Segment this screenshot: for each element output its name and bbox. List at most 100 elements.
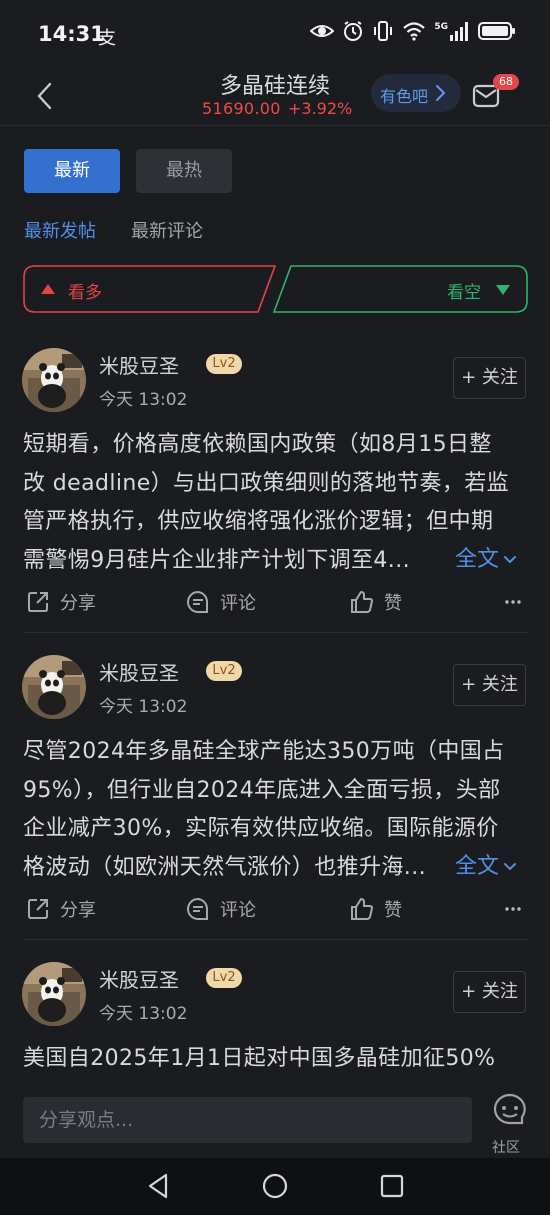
share-icon [28, 592, 48, 612]
post-content[interactable]: 短期看，价格高度依赖国内政策（如8月15日整 改 deadline）与出口政策细… [23, 426, 529, 580]
post-time: 今天 13:02 [99, 390, 188, 410]
triangle-up-icon [41, 284, 55, 294]
like-label: 赞 [384, 593, 402, 614]
follow-button[interactable]: + 关注 [453, 664, 526, 706]
bull-label: 看多 [68, 283, 102, 303]
nav-recents-icon[interactable] [380, 1172, 404, 1200]
share-button[interactable]: 分享 [26, 889, 96, 929]
post-content[interactable]: 美国自2025年1月1日起对中国多晶硅加征50% [23, 1040, 529, 1079]
nav-back-icon[interactable] [146, 1172, 170, 1200]
post-content[interactable]: 尽管2024年多晶硅全球产能达350万吨（中国占 95%），但行业自2024年底… [23, 733, 529, 887]
post-line: 格波动（如欧洲天然气涨价）也推升海... [23, 854, 426, 880]
post-card: 米股豆圣 Lv2 今天 13:02 + 关注 尽管2024年多晶硅全球产能达35… [0, 655, 550, 940]
page-title: 多晶硅连续 [219, 74, 330, 99]
status-time: 14:31 [38, 22, 105, 46]
alarm-icon [344, 21, 363, 41]
post-line: 95%），但行业自2024年底进入全面亏损，头部 [23, 777, 501, 803]
like-label: 赞 [384, 900, 402, 921]
post-divider [23, 632, 528, 633]
thumbs-up-icon [351, 898, 373, 920]
like-button[interactable]: 赞 [350, 889, 402, 929]
post-card: 米股豆圣 Lv2 今天 13:02 + 关注 短期看，价格高度依赖国内政策（如8… [0, 348, 550, 633]
follow-button[interactable]: + 关注 [453, 971, 526, 1013]
community-label: 社区 [492, 1140, 520, 1156]
follow-button[interactable]: + 关注 [453, 357, 526, 399]
eye-icon [310, 25, 335, 37]
username[interactable]: 米股豆圣 [99, 964, 179, 993]
share-icon [28, 899, 48, 919]
more-icon[interactable] [505, 599, 521, 605]
battery-icon [478, 22, 515, 40]
chevron-down-icon [504, 863, 516, 871]
price-change: +3.92% [288, 99, 353, 118]
header-divider [0, 125, 550, 126]
community-chat-icon [493, 1093, 526, 1125]
share-label: 分享 [60, 900, 96, 921]
full-text-link[interactable]: 全文 [455, 848, 517, 880]
share-label: 分享 [60, 593, 96, 614]
thumbs-up-icon [351, 591, 373, 613]
system-nav-bar [0, 1158, 550, 1215]
forum-bar-label: 有色吧 [380, 87, 429, 106]
post-line: 企业减产30%，实际有效供应收缩。国际能源价 [23, 816, 499, 841]
post-time: 今天 13:02 [99, 697, 188, 717]
nav-home-icon[interactable] [262, 1172, 288, 1200]
bear-button[interactable]: 看空 [278, 265, 528, 313]
post-line: 需警惕9月硅片企业排产计划下调至4... [23, 547, 410, 573]
share-button[interactable]: 分享 [26, 582, 96, 622]
post-line: 美国自2025年1月1日起对中国多晶硅加征50% [23, 1046, 496, 1071]
post-line: 尽管2024年多晶硅全球产能达350万吨（中国占 [23, 739, 505, 764]
full-text-label: 全文 [454, 547, 499, 572]
subtab-latest-posts[interactable]: 最新发帖 [24, 217, 96, 243]
comment-button[interactable]: 评论 [186, 889, 256, 929]
username[interactable]: 米股豆圣 [99, 657, 179, 686]
more-icon[interactable] [505, 906, 521, 912]
share-opinion-input[interactable] [23, 1097, 472, 1143]
post-line: 改 deadline）与出口政策细则的落地节奏，若监 [23, 470, 510, 496]
post-line: 管严格执行，供应收缩将强化涨价逻辑；但中期 [23, 509, 494, 534]
comment-label: 评论 [220, 900, 256, 921]
like-button[interactable]: 赞 [350, 582, 402, 622]
sentiment-bar: 看多 看空 [23, 265, 528, 313]
post-actions: 分享 评论 赞 [0, 889, 550, 929]
unread-badge: 68 [493, 74, 519, 90]
community-button[interactable]: 社区 [490, 1091, 534, 1156]
comment-button[interactable]: 评论 [186, 582, 256, 622]
post-time: 今天 13:02 [99, 1004, 188, 1024]
tab-latest[interactable]: 最新 [24, 149, 120, 193]
post-line: 短期看，价格高度依赖国内政策（如8月15日整 [23, 432, 492, 457]
status-alipay-mark: 支 [98, 28, 116, 49]
status-icons: 5G [310, 20, 516, 42]
stock-forum-screen: 14:31 支 5G 多晶硅连续 51690.00 +3.92% 有色吧 68 … [0, 0, 550, 1215]
level-badge: Lv2 [206, 661, 242, 681]
full-text-label: 全文 [454, 854, 499, 879]
full-text-link[interactable]: 全文 [455, 541, 517, 573]
chevron-right-icon [436, 85, 446, 101]
signal-icon: 5G [434, 21, 470, 41]
post-actions: 分享 评论 赞 [0, 582, 550, 622]
level-badge: Lv2 [206, 968, 242, 988]
avatar[interactable] [22, 655, 86, 719]
chevron-down-icon [504, 556, 516, 564]
username[interactable]: 米股豆圣 [99, 350, 179, 379]
wifi-icon [403, 22, 426, 41]
bull-button[interactable]: 看多 [23, 265, 271, 313]
bottom-input-bar: 社区 [0, 1083, 550, 1158]
vibrate-icon [374, 21, 393, 41]
tab-hottest[interactable]: 最热 [136, 149, 232, 193]
subtab-latest-comments[interactable]: 最新评论 [131, 217, 203, 243]
avatar[interactable] [22, 962, 86, 1026]
status-bar: 14:31 支 5G [0, 0, 550, 66]
triangle-down-icon [496, 285, 510, 295]
avatar[interactable] [22, 348, 86, 412]
avatar-image [22, 655, 86, 719]
header: 多晶硅连续 51690.00 +3.92% 有色吧 68 [0, 66, 550, 124]
post-divider [23, 939, 528, 940]
post-card: 米股豆圣 Lv2 今天 13:02 + 关注 美国自2025年1月1日起对中国多… [0, 962, 550, 1083]
comment-icon [187, 897, 209, 920]
comment-label: 评论 [220, 593, 256, 614]
avatar-image [22, 348, 86, 412]
level-badge: Lv2 [206, 354, 242, 374]
forum-bar-button[interactable]: 有色吧 [371, 74, 461, 112]
comment-icon [187, 590, 209, 613]
